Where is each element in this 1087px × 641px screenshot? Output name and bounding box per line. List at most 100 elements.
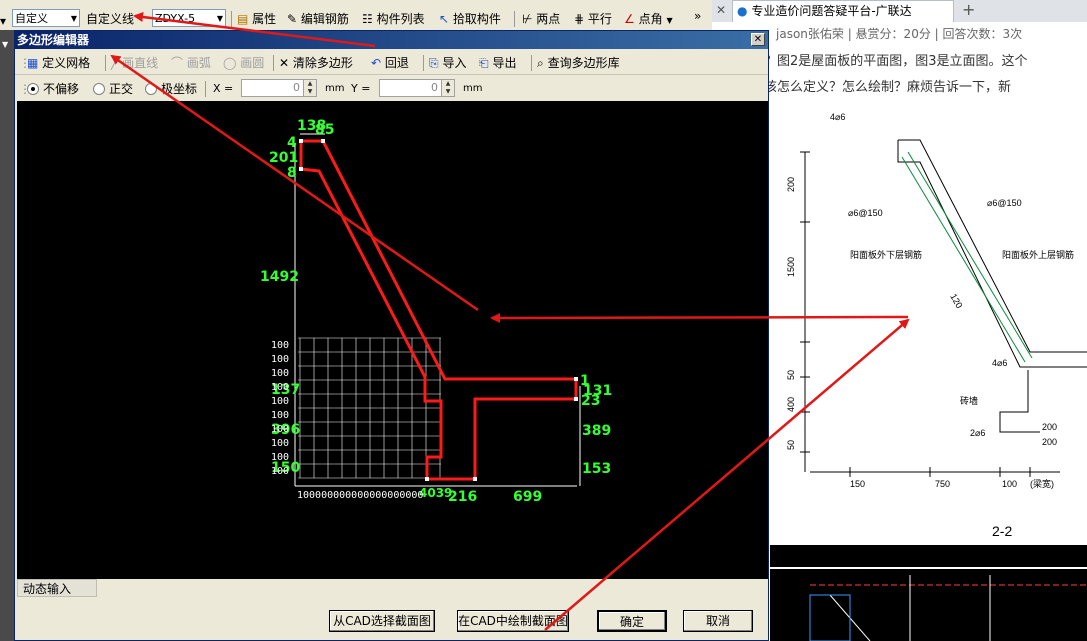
toolbar-divider: [423, 55, 424, 71]
x-label: X =: [213, 82, 234, 95]
polar-radio[interactable]: 极坐标: [145, 80, 197, 98]
point-angle-button[interactable]: ∠ 点角 ▼: [624, 9, 673, 29]
grid-y-tick: 100: [271, 466, 289, 477]
custom-line-button[interactable]: 自定义线: [86, 9, 134, 29]
svg-text:400: 400: [786, 397, 796, 412]
dialog-close-button[interactable]: ✕: [751, 33, 765, 46]
dim-label-4039: 4039: [419, 486, 452, 500]
more-button[interactable]: »: [694, 6, 701, 26]
undo-button[interactable]: ↶ 回退: [371, 54, 409, 72]
y-input[interactable]: 0 ▲ ▼: [379, 79, 455, 97]
cancel-button[interactable]: 取消: [683, 610, 753, 632]
close-tab-icon[interactable]: ✕: [716, 0, 726, 22]
define-grid-button[interactable]: ▦ 定义网格: [27, 54, 90, 72]
undo-icon: ↶: [371, 56, 382, 70]
properties-icon: ▤: [237, 12, 249, 26]
cad-plan-image: [770, 545, 1087, 641]
draw-in-cad-button[interactable]: 在CAD中绘制截面图: [457, 610, 569, 632]
browser-tab-active[interactable]: ● 专业造价问题答疑平台-广联达: [732, 0, 954, 22]
drawing-canvas[interactable]: 138 85 4 201 8 1492 1 131 23 389 153 216…: [17, 101, 768, 579]
spin-arrows-icon[interactable]: ▲ ▼: [441, 80, 454, 96]
dim-label-389: 389: [582, 423, 611, 439]
grid-y-tick: 100: [271, 368, 289, 379]
edit-rebar-button[interactable]: ✎ 编辑钢筋: [287, 9, 349, 29]
undo-label: 回退: [384, 56, 409, 70]
cad-section-image: 4⌀6 200 1500 50 400 50 ⌀6@150 ⌀6@150 阳面板…: [770, 112, 1087, 542]
radio-selected-icon: [27, 82, 39, 95]
grid-y-tick: 100: [271, 396, 289, 407]
export-button[interactable]: ⎗ 导出: [479, 54, 516, 72]
dim-label-1492: 1492: [260, 269, 299, 285]
svg-text:200: 200: [786, 177, 796, 192]
parallel-button[interactable]: ⋕ 平行: [574, 9, 612, 29]
ok-button[interactable]: 确定: [597, 610, 667, 632]
chevron-down-icon: ▼: [70, 14, 77, 23]
svg-text:150: 150: [850, 479, 865, 489]
svg-text:50: 50: [786, 440, 796, 450]
select-from-cad-button[interactable]: 从CAD选择截面图: [329, 610, 435, 632]
dim-label-699: 699: [513, 489, 542, 505]
edit-rebar-label: 编辑钢筋: [300, 12, 349, 26]
y-value: 0: [431, 81, 438, 94]
query-library-button[interactable]: ⌕ 查询多边形库: [537, 54, 620, 72]
draw-line-button[interactable]: ╱ 画直线: [111, 54, 158, 72]
toolbar-divider: [205, 81, 206, 97]
properties-label: 属性: [252, 12, 277, 26]
canvas-svg[interactable]: 138 85 4 201 8 1492 1 131 23 389 153 216…: [17, 101, 768, 579]
properties-button[interactable]: ▤ 属性: [237, 9, 276, 29]
grid-y-tick: 100: [271, 438, 289, 449]
toolbar-divider: [105, 55, 106, 71]
clear-icon: ✕: [279, 56, 290, 70]
y-unit: mm: [463, 83, 483, 94]
pick-member-button[interactable]: ↖ 拾取构件: [439, 9, 501, 29]
grid-x-ticks: 100000000000000000000: [297, 490, 423, 501]
svg-text:砖墙: 砖墙: [960, 395, 978, 406]
svg-text:200: 200: [1042, 437, 1057, 447]
parallel-label: 平行: [587, 12, 612, 26]
type-combo[interactable]: 自定义 ▼: [12, 9, 80, 27]
toolbar-divider: [231, 11, 232, 27]
grid-y-tick: 100: [271, 340, 289, 351]
clear-polygon-label: 清除多边形: [292, 56, 353, 70]
x-unit: mm: [325, 83, 345, 94]
radio-icon: [145, 82, 157, 95]
member-combo[interactable]: ZDYX-5 ▼: [152, 9, 226, 27]
chevron-down-icon: ▼: [2, 40, 9, 49]
grid-y-tick: 100: [271, 424, 289, 435]
import-label: 导入: [442, 56, 467, 70]
dynamic-input-tab[interactable]: 动态输入: [17, 579, 97, 597]
svg-text:1500: 1500: [786, 257, 796, 277]
svg-text:(梁宽): (梁宽): [1030, 478, 1054, 489]
import-button[interactable]: ⎘ 导入: [429, 54, 466, 72]
type-combo-value: 自定义: [15, 12, 48, 25]
new-tab-button[interactable]: +: [962, 0, 975, 22]
side-panel-edge: ▼: [0, 30, 14, 641]
draw-arc-label: 画弧: [186, 56, 211, 70]
orthogonal-radio[interactable]: 正交: [93, 80, 133, 98]
svg-text:阳面板外上层钢筋: 阳面板外上层钢筋: [1002, 249, 1074, 260]
orthogonal-label: 正交: [109, 82, 134, 96]
query-library-label: 查询多边形库: [547, 56, 620, 70]
chevron-down-icon: ▼: [666, 16, 673, 25]
member-list-button[interactable]: ☷ 构件列表: [362, 9, 425, 29]
two-points-button[interactable]: ⊬ 两点: [522, 9, 560, 29]
y-label: Y =: [351, 82, 371, 95]
spin-arrows-icon[interactable]: ▲ ▼: [303, 80, 316, 96]
snap-toolbar: ⋮ 不偏移 正交 极坐标 X = 0 ▲ ▼ mm Y = 0 ▲ ▼ mm: [15, 76, 768, 100]
grid-y-tick: 100: [271, 382, 289, 393]
svg-text:4⌀6: 4⌀6: [992, 358, 1007, 368]
point-angle-icon: ∠: [624, 12, 635, 26]
circle-icon: ◯: [223, 56, 237, 70]
search-icon: ⌕: [537, 56, 544, 70]
svg-text:4⌀6: 4⌀6: [830, 112, 845, 122]
radio-icon: [93, 82, 105, 95]
draw-arc-button[interactable]: ⌒ 画弧: [171, 54, 211, 72]
dialog-title-bar[interactable]: 多边形编辑器: [15, 31, 768, 49]
clear-polygon-button[interactable]: ✕ 清除多边形: [279, 54, 353, 72]
pick-icon: ↖: [439, 12, 450, 26]
no-offset-radio[interactable]: 不偏移: [27, 80, 79, 98]
export-icon: ⎗: [479, 56, 489, 70]
import-icon: ⎘: [429, 56, 439, 70]
x-input[interactable]: 0 ▲ ▼: [241, 79, 317, 97]
draw-circle-button[interactable]: ◯ 画圆: [223, 54, 264, 72]
